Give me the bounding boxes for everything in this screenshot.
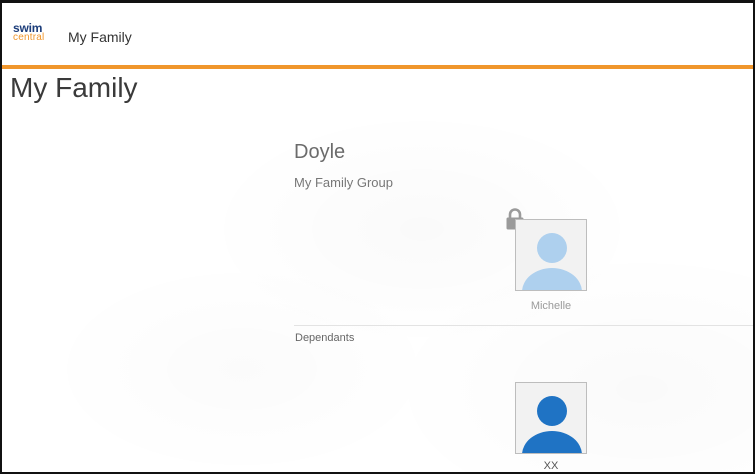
section-divider [294, 325, 753, 326]
dependant-avatar[interactable] [515, 382, 587, 454]
family-group-label: My Family Group [294, 175, 393, 190]
dependants-heading: Dependants [295, 332, 355, 344]
person-avatar-icon [522, 233, 582, 290]
page-title: My Family [10, 72, 138, 103]
app-window: swim central My Family My Family Doyle M… [0, 0, 755, 474]
logo-text-secondary: central [13, 32, 45, 43]
main-content: My Family Doyle My Family Group Michelle… [2, 69, 753, 472]
family-name: Doyle [294, 141, 346, 163]
member-avatar[interactable] [515, 219, 587, 291]
member-card-michelle[interactable]: Michelle [515, 219, 591, 312]
dependant-name: XX [543, 460, 559, 472]
header-title: My Family [68, 29, 132, 45]
swim-central-logo[interactable]: swim central [13, 22, 44, 43]
top-bar: swim central My Family [2, 3, 753, 69]
member-name: Michelle [530, 300, 572, 312]
dependant-card-xx[interactable]: XX [515, 382, 591, 472]
person-avatar-icon [522, 396, 582, 453]
